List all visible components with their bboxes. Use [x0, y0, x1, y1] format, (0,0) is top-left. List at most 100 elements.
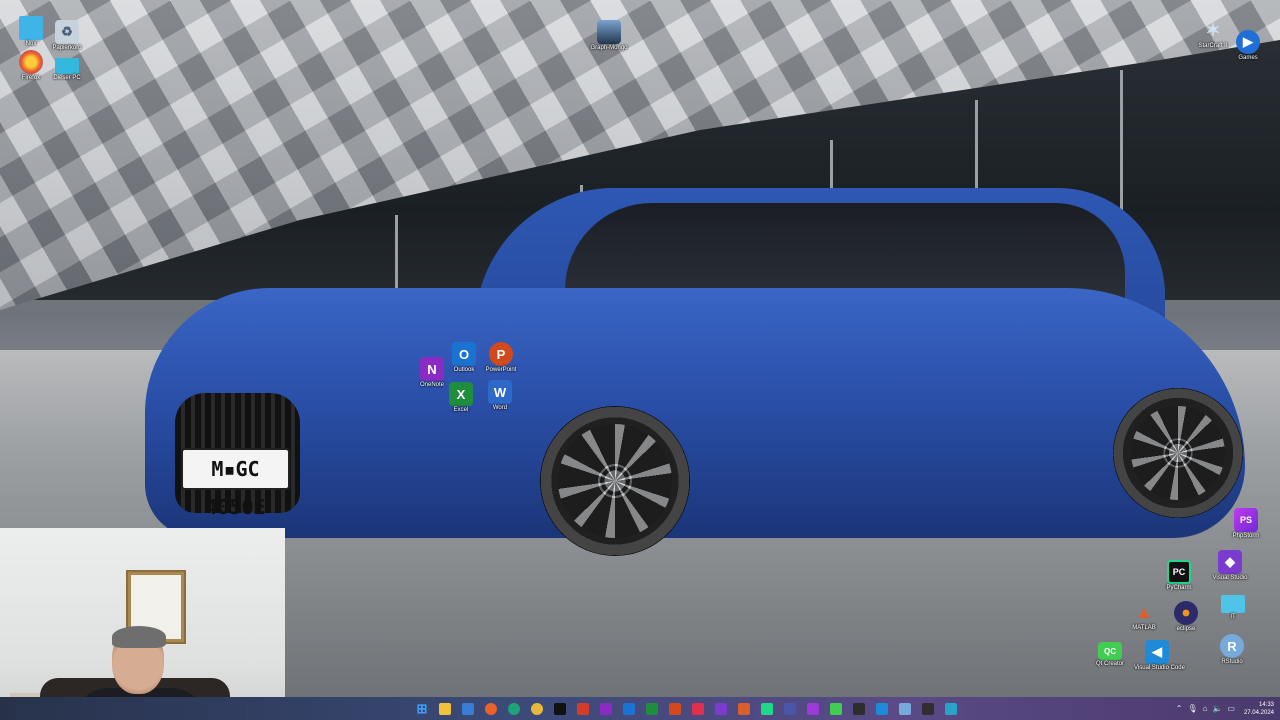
excel-icon: X: [449, 382, 473, 406]
desktop-icon-label: Word: [492, 405, 508, 411]
desktop-icon-label: IT: [1230, 614, 1236, 620]
firefox-icon: [19, 50, 43, 74]
taskbar: ⊞ ⌃ 🎙 ⌂ 🔈 ▭ 14:33 27.04.2024: [0, 697, 1280, 720]
car-body: [145, 288, 1245, 538]
taskbar-button-acrobat[interactable]: [573, 699, 593, 719]
taskbar-button-browser-taskbar[interactable]: [941, 699, 961, 719]
visual-studio-icon: ◆: [1218, 550, 1242, 574]
outlook-icon: O: [452, 342, 476, 366]
powerpoint-icon: P: [489, 342, 513, 366]
desktop-icon-label: eclipse: [1176, 626, 1196, 632]
chrome-icon: [531, 702, 543, 715]
it-folder-icon: [1221, 595, 1245, 613]
qt-taskbar-icon: [830, 702, 842, 715]
taskbar-button-store[interactable]: [458, 699, 478, 719]
rear-wheel: [1113, 388, 1243, 518]
this-pc-icon: [55, 58, 79, 74]
file-explorer-icon: [439, 702, 451, 715]
clock-date: 27.04.2024: [1243, 709, 1274, 716]
desktop-icon-vscode[interactable]: ◀ Visual Studio Code: [1134, 640, 1185, 671]
vscode-icon: ◀: [1145, 640, 1169, 664]
phpstorm-icon: PS: [1234, 508, 1258, 532]
shortcut-file-icon: [597, 20, 621, 44]
tiktok-icon: [554, 702, 566, 715]
network-icon[interactable]: ⌂: [1203, 704, 1208, 713]
clock-time: 14:33: [1258, 701, 1274, 708]
desktop-icon-graph-mongo[interactable]: Graph-Mongo: [586, 20, 632, 51]
taskbar-button-firefox-taskbar[interactable]: [481, 699, 501, 719]
taskbar-button-vscode-taskbar[interactable]: [872, 699, 892, 719]
battery-icon[interactable]: ▭: [1227, 704, 1235, 713]
taskbar-button-visual-studio-taskbar[interactable]: [711, 699, 731, 719]
desktop-icon-label: Qt Creator: [1095, 661, 1124, 667]
start-icon: ⊞: [416, 700, 428, 716]
taskbar-button-qt-taskbar[interactable]: [826, 699, 846, 719]
taskbar-button-matlab-taskbar[interactable]: [734, 699, 754, 719]
desktop-icon-label: Graph-Mongo: [590, 45, 628, 51]
qt-creator-icon: QC: [1098, 642, 1122, 660]
desktop-icon-label: PowerPoint: [485, 367, 517, 373]
webcam-overlay: [0, 528, 285, 720]
desktop-icon-word[interactable]: W Word: [477, 380, 523, 411]
desktop-icon-recycle-bin[interactable]: ♻ Papierkorb: [44, 20, 90, 51]
music-icon: [692, 702, 704, 715]
desktop-icon-rstudio[interactable]: R RStudio: [1209, 634, 1255, 665]
desktop-icon-this-pc[interactable]: Dieser PC: [44, 58, 90, 81]
taskbar-button-file-explorer[interactable]: [435, 699, 455, 719]
acrobat-icon: [577, 702, 589, 715]
firefox-taskbar-icon: [485, 702, 497, 715]
taskbar-button-eclipse-taskbar[interactable]: [780, 699, 800, 719]
visual-studio-taskbar-icon: [715, 702, 727, 715]
taskbar-button-pycharm-taskbar[interactable]: [757, 699, 777, 719]
taskbar-button-music[interactable]: [688, 699, 708, 719]
desktop-icon-qt-creator[interactable]: QC Qt Creator: [1087, 642, 1133, 667]
taskbar-button-onenote-taskbar[interactable]: [596, 699, 616, 719]
matlab-icon: ▲: [1135, 601, 1153, 622]
desktop-icon-label: Visual Studio Code: [1134, 665, 1185, 671]
volume-icon[interactable]: 🔈: [1212, 704, 1222, 713]
taskbar-button-powerpoint-taskbar[interactable]: [665, 699, 685, 719]
desktop-icon-matlab[interactable]: ▲ MATLAB: [1121, 600, 1167, 632]
desktop-icon-label: Visual Studio: [1212, 575, 1248, 581]
pycharm-taskbar-icon: [761, 702, 773, 715]
desktop-icon-pycharm[interactable]: PC PyCharm: [1156, 560, 1202, 591]
eclipse-icon: [1174, 601, 1198, 625]
taskbar-button-outlook-taskbar[interactable]: [619, 699, 639, 719]
desktop-icon-powerpoint[interactable]: P PowerPoint: [478, 342, 524, 373]
taskbar-button-terminal[interactable]: [849, 699, 869, 719]
taskbar-apps: ⊞: [412, 697, 961, 720]
matlab-taskbar-icon: [738, 702, 750, 715]
taskbar-button-edge[interactable]: [504, 699, 524, 719]
eclipse-taskbar-icon: [784, 702, 796, 715]
microphone-icon[interactable]: 🎙: [1187, 704, 1197, 713]
excel-taskbar-icon: [646, 702, 658, 715]
desktop-icon-label: MATLAB: [1132, 625, 1156, 631]
desktop-icon-phpstorm[interactable]: PS PhpStorm: [1223, 508, 1269, 539]
desktop-icon-eclipse[interactable]: eclipse: [1163, 601, 1209, 632]
desktop-icon-label: PyCharm: [1166, 585, 1192, 591]
clock[interactable]: 14:33 27.04.2024: [1244, 701, 1274, 717]
taskbar-button-rstudio-taskbar[interactable]: [895, 699, 915, 719]
license-plate: M▪GC 4050E: [181, 448, 290, 519]
obs-icon: [922, 702, 934, 715]
desktop-icon-it-folder[interactable]: IT: [1210, 595, 1256, 620]
onenote-taskbar-icon: [600, 702, 612, 715]
chevron-up-icon[interactable]: ⌃: [1176, 704, 1183, 713]
taskbar-button-tiktok[interactable]: [550, 699, 570, 719]
taskbar-button-start[interactable]: ⊞: [412, 699, 432, 719]
system-tray: ⌃ 🎙 ⌂ 🔈 ▭ 14:33 27.04.2024: [1176, 697, 1274, 720]
taskbar-button-obs[interactable]: [918, 699, 938, 719]
taskbar-button-phpstorm-taskbar[interactable]: [803, 699, 823, 719]
recycle-bin-icon: ♻: [55, 20, 79, 44]
desktop-icon-label: PhpStorm: [1232, 533, 1260, 539]
terminal-icon: [853, 702, 865, 715]
desktop-icon-visual-studio[interactable]: ◆ Visual Studio: [1207, 550, 1253, 581]
games-icon: ▶: [1236, 30, 1260, 54]
powerpoint-taskbar-icon: [669, 702, 681, 715]
edge-icon: [508, 702, 520, 715]
desktop-icon-games[interactable]: ▶ Games: [1225, 30, 1271, 61]
phpstorm-taskbar-icon: [807, 702, 819, 715]
front-wheel: [540, 406, 690, 556]
taskbar-button-excel-taskbar[interactable]: [642, 699, 662, 719]
taskbar-button-chrome[interactable]: [527, 699, 547, 719]
